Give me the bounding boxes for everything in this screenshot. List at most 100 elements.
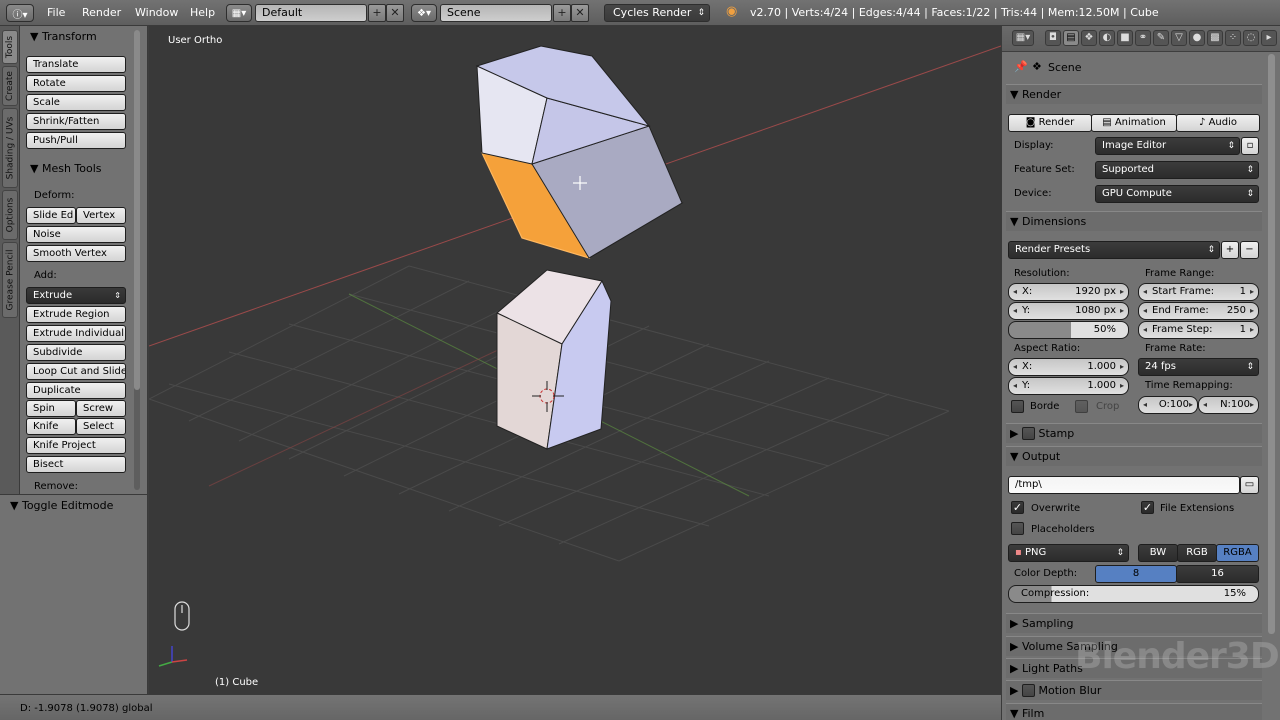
tab-options[interactable]: Options bbox=[2, 190, 18, 240]
bisect-button[interactable]: Bisect bbox=[26, 456, 126, 473]
smooth-vertex-button[interactable]: Smooth Vertex bbox=[26, 245, 126, 262]
time-remap-new-field[interactable]: ◂ N:100 ▸ bbox=[1198, 396, 1259, 414]
tab-tools[interactable]: Tools bbox=[2, 30, 18, 64]
knife-button[interactable]: Knife bbox=[26, 418, 76, 435]
border-checkbox[interactable] bbox=[1011, 400, 1024, 413]
push-pull-button[interactable]: Push/Pull bbox=[26, 132, 126, 149]
add-screen-button[interactable]: + bbox=[368, 4, 386, 22]
time-remap-old-field[interactable]: ◂ O:100 ▸ bbox=[1138, 396, 1198, 414]
3d-viewport[interactable]: User Ortho (1) Cube bbox=[149, 26, 1001, 694]
world-tab-icon[interactable]: ◐ bbox=[1099, 30, 1115, 46]
sampling-panel-header[interactable]: ▶ Sampling bbox=[1006, 613, 1262, 633]
tab-grease-pencil[interactable]: Grease Pencil bbox=[2, 242, 18, 318]
loop-cut-slide-button[interactable]: Loop Cut and Slide bbox=[26, 363, 126, 380]
properties-scrollbar[interactable] bbox=[1268, 54, 1275, 634]
extrude-region-button[interactable]: Extrude Region bbox=[26, 306, 126, 323]
animation-button[interactable]: ▤ Animation bbox=[1091, 114, 1177, 132]
start-frame-field[interactable]: ◂ Start Frame: 1 ▸ bbox=[1138, 283, 1259, 301]
render-button[interactable]: ◙ Render bbox=[1008, 114, 1092, 132]
subdivide-button[interactable]: Subdivide bbox=[26, 344, 126, 361]
noise-button[interactable]: Noise bbox=[26, 226, 126, 243]
mesh-tools-panel-header[interactable]: ▼ Mesh Tools bbox=[30, 162, 102, 175]
display-select[interactable]: Image Editor ⇕ bbox=[1095, 137, 1240, 155]
motion-blur-checkbox[interactable] bbox=[1021, 683, 1035, 697]
frame-step-field[interactable]: ◂ Frame Step: 1 ▸ bbox=[1138, 321, 1259, 339]
duplicate-button[interactable]: Duplicate bbox=[26, 382, 126, 399]
device-select[interactable]: GPU Compute ⇕ bbox=[1095, 185, 1259, 203]
stamp-checkbox[interactable] bbox=[1021, 426, 1035, 440]
menu-render[interactable]: Render bbox=[82, 6, 121, 19]
menu-file[interactable]: File bbox=[47, 6, 65, 19]
output-panel-header[interactable]: ▼ Output bbox=[1006, 446, 1262, 466]
resolution-x-field[interactable]: ◂ X: 1920 px ▸ bbox=[1008, 283, 1129, 301]
film-panel-header[interactable]: ▼ Film bbox=[1006, 703, 1262, 720]
properties-editor-type-button[interactable]: ▦▾ bbox=[1012, 30, 1034, 46]
motion-blur-panel-header[interactable]: ▶ Motion Blur bbox=[1006, 680, 1262, 700]
toggle-editmode-header[interactable]: ▼ Toggle Editmode bbox=[10, 499, 113, 512]
translate-button[interactable]: Translate bbox=[26, 56, 126, 73]
add-preset-button[interactable]: + bbox=[1221, 241, 1239, 259]
remove-screen-button[interactable]: ✕ bbox=[386, 4, 404, 22]
particles-tab-icon[interactable]: ⁘ bbox=[1225, 30, 1241, 46]
slide-edge-button[interactable]: Slide Ed bbox=[26, 207, 76, 224]
remove-preset-button[interactable]: − bbox=[1240, 241, 1259, 259]
folder-icon[interactable]: ▭ bbox=[1240, 476, 1259, 494]
end-frame-field[interactable]: ◂ End Frame: 250 ▸ bbox=[1138, 302, 1259, 320]
spin-button[interactable]: Spin bbox=[26, 400, 76, 417]
compression-slider[interactable]: Compression: 15% bbox=[1008, 585, 1259, 603]
display-toggle-icon[interactable]: ▫ bbox=[1241, 137, 1259, 155]
material-tab-icon[interactable]: ● bbox=[1189, 30, 1205, 46]
depth-8-button[interactable]: 8 bbox=[1095, 565, 1177, 583]
file-extensions-checkbox[interactable]: ✓ bbox=[1141, 501, 1154, 514]
resolution-percent-slider[interactable]: 50% bbox=[1008, 321, 1129, 339]
aspect-x-field[interactable]: ◂ X: 1.000 ▸ bbox=[1008, 358, 1129, 376]
remove-scene-button[interactable]: ✕ bbox=[571, 4, 589, 22]
knife-select-button[interactable]: Select bbox=[76, 418, 126, 435]
audio-button[interactable]: ♪ Audio bbox=[1176, 114, 1260, 132]
toolshelf-scrollbar[interactable] bbox=[134, 30, 140, 490]
add-scene-button[interactable]: + bbox=[553, 4, 571, 22]
tab-create[interactable]: Create bbox=[2, 66, 18, 106]
color-rgba-button[interactable]: RGBA bbox=[1216, 544, 1259, 562]
frame-rate-select[interactable]: 24 fps ⇕ bbox=[1138, 358, 1259, 376]
scene-icon[interactable]: ❖▾ bbox=[411, 4, 437, 22]
extrude-individual-button[interactable]: Extrude Individual bbox=[26, 325, 126, 342]
crop-checkbox[interactable] bbox=[1075, 400, 1088, 413]
placeholders-checkbox[interactable] bbox=[1011, 522, 1024, 535]
editor-type-button[interactable]: ⓘ▾ bbox=[6, 4, 34, 22]
properties-scroll-thumb[interactable] bbox=[1268, 54, 1275, 634]
constraints-tab-icon[interactable]: ⚭ bbox=[1135, 30, 1151, 46]
shrink-fatten-button[interactable]: Shrink/Fatten bbox=[26, 113, 126, 130]
aspect-y-field[interactable]: ◂ Y: 1.000 ▸ bbox=[1008, 377, 1129, 395]
vertex-slide-button[interactable]: Vertex bbox=[76, 207, 126, 224]
color-bw-button[interactable]: BW bbox=[1138, 544, 1178, 562]
texture-tab-icon[interactable]: ▩ bbox=[1207, 30, 1223, 46]
tab-shading-uvs[interactable]: Shading / UVs bbox=[2, 108, 18, 188]
knife-project-button[interactable]: Knife Project bbox=[26, 437, 126, 454]
scene-tab-icon[interactable]: ❖ bbox=[1081, 30, 1097, 46]
feature-set-select[interactable]: Supported ⇕ bbox=[1095, 161, 1259, 179]
render-layers-tab-icon[interactable]: ▤ bbox=[1063, 30, 1079, 46]
color-rgb-button[interactable]: RGB bbox=[1177, 544, 1217, 562]
resolution-y-field[interactable]: ◂ Y: 1080 px ▸ bbox=[1008, 302, 1129, 320]
render-panel-header[interactable]: ▼ Render bbox=[1006, 84, 1262, 104]
physics-tab-icon[interactable]: ◌ bbox=[1243, 30, 1259, 46]
rotate-button[interactable]: Rotate bbox=[26, 75, 126, 92]
screw-button[interactable]: Screw bbox=[76, 400, 126, 417]
render-engine-select[interactable]: Cycles Render ⇕ bbox=[604, 4, 710, 22]
transform-panel-header[interactable]: ▼ Transform bbox=[30, 30, 97, 43]
screen-layout-field[interactable]: Default bbox=[255, 4, 367, 22]
output-path-field[interactable]: /tmp\ bbox=[1008, 476, 1240, 494]
scale-button[interactable]: Scale bbox=[26, 94, 126, 111]
dimensions-panel-header[interactable]: ▼ Dimensions bbox=[1006, 211, 1262, 231]
file-format-select[interactable]: ▪ PNG ⇕ bbox=[1008, 544, 1129, 562]
menu-help[interactable]: Help bbox=[190, 6, 215, 19]
menu-window[interactable]: Window bbox=[135, 6, 178, 19]
scene-field[interactable]: Scene bbox=[440, 4, 552, 22]
toolshelf-scroll-thumb[interactable] bbox=[134, 30, 140, 390]
overwrite-checkbox[interactable]: ✓ bbox=[1011, 501, 1024, 514]
depth-16-button[interactable]: 16 bbox=[1176, 565, 1259, 583]
screen-layout-icon[interactable]: ▦▾ bbox=[226, 4, 252, 22]
modifiers-tab-icon[interactable]: ✎ bbox=[1153, 30, 1169, 46]
render-tab-icon[interactable]: ◘ bbox=[1045, 30, 1061, 46]
